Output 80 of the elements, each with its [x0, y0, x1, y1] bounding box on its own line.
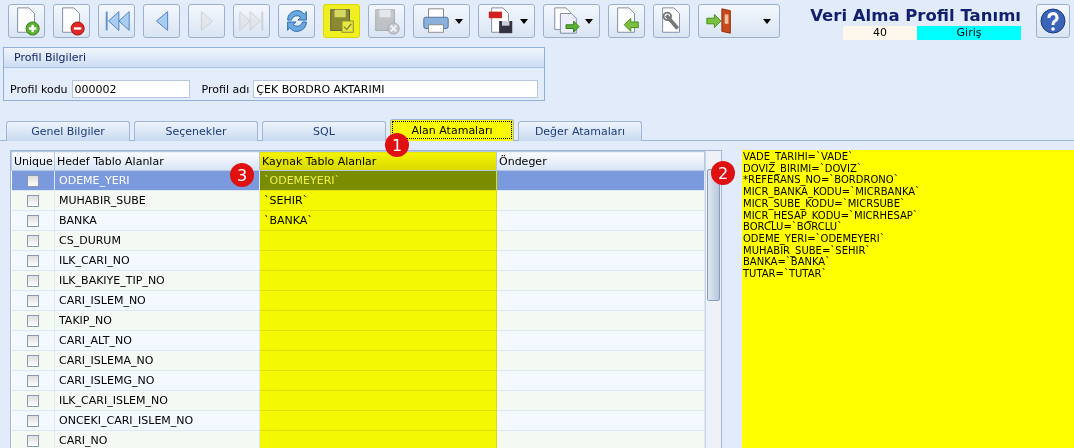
delete-button[interactable]	[53, 4, 90, 38]
window-title: Veri Alma Profil Tanımı	[810, 5, 1021, 26]
table-cell: TAKIP_NO	[59, 314, 112, 327]
column-header[interactable]: Öndeger	[496, 151, 705, 171]
caret-icon	[454, 18, 463, 24]
checkbox[interactable]	[26, 295, 39, 307]
mapping-line: VADE_TARIHI=`VADE`	[743, 151, 854, 163]
caret-icon	[584, 18, 593, 24]
callout-badge: 2	[711, 161, 735, 185]
mapping-text-area[interactable]	[742, 150, 1074, 448]
column-header[interactable]: Kaynak Tablo Alanlar	[259, 151, 497, 171]
table-cell: CARI_NO	[59, 434, 108, 447]
checkbox[interactable]	[26, 395, 39, 407]
table-cell: CARI_ISLEM_NO	[59, 294, 146, 307]
table-cell: CARI_ISLEMG_NO	[59, 374, 155, 387]
table-cell: `SEHIR`	[264, 194, 309, 207]
panel-title: Profil Bilgileri	[4, 48, 544, 68]
table-cell: ODEME_YERI	[59, 174, 130, 187]
table-cell: ILK_CARI_ISLEM_NO	[59, 394, 168, 407]
profile-name-field[interactable]: ÇEK BORDRO AKTARIMI	[253, 80, 538, 98]
checkbox[interactable]	[26, 415, 39, 427]
mapping-line: DOVIZ_BIRIMI=`DOVIZ`	[743, 162, 862, 175]
mapping-line: MICR_HESAP_KODU=`MICRHESAP`	[743, 209, 919, 222]
checkbox[interactable]	[26, 235, 39, 247]
tab[interactable]: Değer Atamaları	[518, 121, 642, 141]
checkbox[interactable]	[26, 335, 39, 347]
checkbox[interactable]	[26, 215, 39, 227]
scrollbar[interactable]	[705, 151, 721, 448]
checkbox[interactable]	[26, 175, 39, 187]
checkbox[interactable]	[26, 355, 39, 367]
mode-label: Giriş	[917, 26, 1021, 40]
exit-button[interactable]	[698, 4, 780, 38]
print-button[interactable]	[413, 4, 470, 38]
help-icon	[1039, 7, 1067, 35]
mapping-line: BANKA=`BANKA`	[743, 256, 831, 268]
table-cell: CARI_ISLEMA_NO	[59, 354, 154, 367]
checkbox[interactable]	[26, 375, 39, 387]
checkbox[interactable]	[26, 275, 39, 287]
tab[interactable]: SQL	[262, 121, 386, 141]
table-cell: ONCEKI_CARI_ISLEM_NO	[59, 414, 194, 427]
mapping-line: BORCLU=`BORCLU`	[743, 221, 843, 233]
code-label: 40	[843, 26, 917, 40]
checkbox[interactable]	[26, 315, 39, 327]
field-label: Profil kodu	[10, 82, 68, 96]
table-cell: BANKA	[59, 214, 97, 227]
pdf-button[interactable]	[478, 4, 535, 38]
prev-button[interactable]	[143, 4, 180, 38]
table-cell: `BANKA`	[264, 214, 313, 227]
table-cell: ILK_CARI_NO	[59, 254, 130, 267]
table-cell: ILK_BAKIYE_TIP_NO	[59, 274, 165, 287]
save-button[interactable]	[323, 4, 360, 38]
column-header[interactable]: Unique	[11, 151, 55, 171]
mapping-line: *REFERANS_NO=`BORDRONO`	[743, 174, 899, 187]
first-button[interactable]	[98, 4, 135, 38]
mapping-line: ODEME_YERI=`ODEMEYERI`	[743, 232, 886, 245]
tab[interactable]: Seçenekler	[134, 121, 258, 141]
checkbox[interactable]	[26, 435, 39, 447]
checkbox[interactable]	[26, 195, 39, 207]
mapping-line: TUTAR=`TUTAR`	[743, 268, 828, 280]
new-button[interactable]	[8, 4, 45, 38]
field-label: Profil adı	[201, 82, 250, 96]
mapping-line: MICR_SUBE_KODU=`MICRSUBE`	[743, 197, 905, 210]
import-button[interactable]	[608, 4, 645, 38]
printer-icon	[420, 6, 451, 36]
table-cell: MUHABIR_SUBE	[59, 194, 146, 207]
refresh-button[interactable]	[278, 4, 315, 38]
table-cell: `ODEMEYERI`	[264, 174, 341, 187]
export-button[interactable]	[543, 4, 600, 38]
checkbox[interactable]	[26, 255, 39, 267]
caret-icon	[763, 18, 771, 24]
mapping-line: MUHABIR_SUBE=`SEHIR`	[743, 244, 871, 257]
profile-code-field[interactable]: 000002	[71, 80, 190, 98]
tab[interactable]: Genel Bilgiler	[6, 121, 130, 141]
caret-icon	[519, 18, 528, 24]
help-button[interactable]	[1036, 4, 1070, 38]
scroll-thumb[interactable]	[707, 169, 720, 301]
table-cell: CARI_ALT_NO	[59, 334, 132, 347]
table-cell: CS_DURUM	[59, 234, 121, 247]
tools-button[interactable]	[653, 4, 690, 38]
mapping-line: MICR_BANKA_KODU=`MICRBANKA`	[743, 186, 922, 198]
